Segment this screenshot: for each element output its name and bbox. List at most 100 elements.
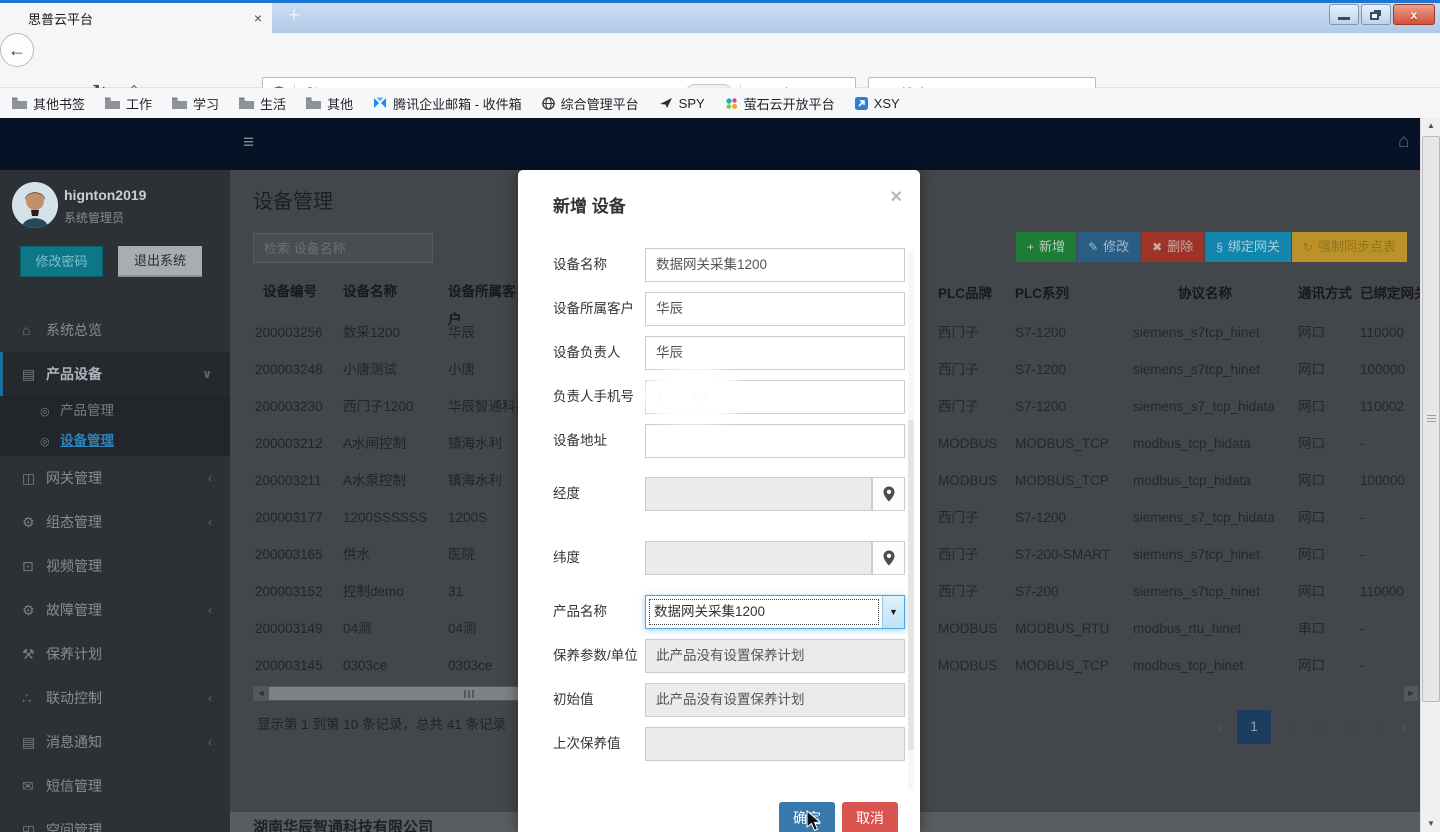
scrollbar-thumb[interactable]	[269, 687, 518, 700]
scroll-left-icon[interactable]: ◄	[255, 686, 267, 701]
table-row[interactable]: MODBUSMODBUS_TCPmodbus_tcp_hidata网口10000…	[920, 462, 1420, 499]
browser-tab[interactable]: 思普云平台 ×	[0, 3, 272, 33]
table-row[interactable]: 200003248小唐测试小唐	[230, 351, 518, 388]
folder-icon	[12, 97, 27, 109]
bookmark-item[interactable]: 其他	[306, 94, 353, 113]
sync-action-button[interactable]: ↻ 强制同步点表	[1292, 232, 1407, 262]
new-tab-button[interactable]: +	[288, 4, 300, 28]
map-pin-button[interactable]	[872, 477, 905, 511]
sidebar-item-网关管理[interactable]: ◫网关管理‹	[0, 456, 230, 500]
sidebar-item-设备管理[interactable]: ◎设备管理	[0, 426, 230, 456]
back-button[interactable]: ←	[0, 33, 34, 67]
bookmark-item[interactable]: 腾讯企业邮箱 - 收件箱	[373, 94, 522, 113]
sidebar-collapse-icon[interactable]: ≡	[243, 132, 254, 154]
field-input[interactable]: 华辰	[645, 292, 905, 326]
table-row[interactable]: 200003230西门子1200华辰智通科技	[230, 388, 518, 425]
sidebar-item-短信管理[interactable]: ✉短信管理	[0, 764, 230, 808]
link-action-button[interactable]: §绑定网关	[1205, 232, 1291, 262]
field-input[interactable]: 华辰	[645, 336, 905, 370]
browser-scrollbar[interactable]: ▲ ▼	[1420, 118, 1440, 832]
field-input[interactable]	[645, 727, 905, 761]
field-input[interactable]	[645, 424, 905, 458]
bookmark-item[interactable]: 其他书签	[12, 94, 85, 113]
minimize-button[interactable]	[1329, 4, 1359, 25]
field-input[interactable]: 此产品没有设置保养计划	[645, 639, 905, 673]
table-row[interactable]: 20000314904测04测	[230, 610, 518, 647]
sidebar-item-产品管理[interactable]: ◎产品管理	[0, 396, 230, 426]
sidebar-item-label: 组态管理	[46, 514, 102, 530]
page-prev-icon[interactable]: ‹	[1217, 719, 1222, 736]
table-row[interactable]: 西门子S7-200siemens_s7tcp_hinet网口110000	[920, 573, 1420, 610]
scroll-right-icon[interactable]: ►	[1404, 686, 1418, 701]
logout-button[interactable]: 退出系统	[118, 246, 202, 277]
topbar-home-icon[interactable]: ⌂	[1398, 131, 1409, 153]
restore-button[interactable]	[1361, 4, 1391, 25]
page-number[interactable]: 3	[1315, 720, 1329, 735]
sidebar-item-产品设备[interactable]: ▤产品设备∨	[0, 352, 230, 396]
cell: 西门子	[938, 536, 979, 573]
table-row[interactable]: MODBUSMODBUS_RTUmodbus_rtu_hinet串口-	[920, 610, 1420, 647]
bookmark-item[interactable]: 学习	[172, 94, 219, 113]
bookmark-item[interactable]: 综合管理平台	[542, 94, 639, 113]
bookmark-item[interactable]: 萤石云开放平台	[725, 94, 835, 113]
table-row[interactable]: 2000031771200SSSSSS1200S	[230, 499, 518, 536]
sidebar-item-系统总览[interactable]: ⌂系统总览	[0, 308, 230, 352]
table-row[interactable]: 西门子S7-1200siemens_s7_tcp_hidata网口110002	[920, 388, 1420, 425]
page-number[interactable]: 5	[1373, 720, 1387, 735]
bookmark-item[interactable]: 生活	[239, 94, 286, 113]
device-table-body: 200003256数采1200华辰200003248小唐测试小唐20000323…	[230, 314, 518, 684]
page-number[interactable]: 4	[1344, 720, 1358, 735]
product-select[interactable]: 数据网关采集1200▼	[645, 595, 905, 629]
scroll-down-icon[interactable]: ▼	[1422, 816, 1440, 832]
action-label: 强制同步点表	[1318, 239, 1396, 254]
table-row[interactable]: 2000031450303ce0303ce	[230, 647, 518, 684]
field-input[interactable]	[645, 541, 872, 575]
table-row[interactable]: 200003152控制demo31	[230, 573, 518, 610]
field-input[interactable]	[645, 477, 872, 511]
cross-action-button[interactable]: ✖删除	[1141, 232, 1204, 262]
device-search-input[interactable]	[253, 233, 433, 263]
sidebar-item-联动控制[interactable]: ∴联动控制‹	[0, 676, 230, 720]
bookmark-item[interactable]: 工作	[105, 94, 152, 113]
page-next-icon[interactable]: ›	[1402, 719, 1407, 736]
horizontal-scrollbar[interactable]: ◄	[253, 686, 518, 701]
sidebar-item-视频管理[interactable]: ⊡视频管理	[0, 544, 230, 588]
sidebar-item-组态管理[interactable]: ⚙组态管理‹	[0, 500, 230, 544]
pencil-action-button[interactable]: ✎修改	[1077, 232, 1140, 262]
change-password-button[interactable]: 修改密码	[20, 246, 103, 277]
bookmark-item[interactable]: XSY	[855, 96, 900, 111]
table-row[interactable]: 西门子S7-200-SMARTsiemens_s7tcp_hinet网口-	[920, 536, 1420, 573]
scroll-up-icon[interactable]: ▲	[1422, 118, 1440, 134]
modal-scrollbar[interactable]	[908, 250, 914, 790]
table-row[interactable]: 西门子S7-1200siemens_s7_tcp_hidata网口-	[920, 499, 1420, 536]
table-row[interactable]: 200003211A水泵控制镇海水利	[230, 462, 518, 499]
form-row: 上次保养值	[518, 727, 920, 761]
field-input[interactable]: 数据网关采集1200	[645, 248, 905, 282]
map-pin-button[interactable]	[872, 541, 905, 575]
sidebar-item-保养计划[interactable]: ⚒保养计划	[0, 632, 230, 676]
table-row[interactable]: 200003165供水医院	[230, 536, 518, 573]
page-number[interactable]: 1	[1237, 710, 1271, 744]
field-input[interactable]: 此产品没有设置保养计划	[645, 683, 905, 717]
sidebar-item-故障管理[interactable]: ⚙故障管理‹	[0, 588, 230, 632]
table-row[interactable]: MODBUSMODBUS_TCPmodbus_tcp_hinet网口-	[920, 647, 1420, 684]
cancel-button[interactable]: 取消	[842, 802, 898, 832]
browser-scrollbar-thumb[interactable]	[1422, 136, 1440, 702]
table-row[interactable]: 西门子S7-1200siemens_s7tcp_hinet网口100000	[920, 351, 1420, 388]
cell: 200003211	[255, 462, 322, 499]
close-button[interactable]: x	[1393, 4, 1435, 25]
table-row[interactable]: MODBUSMODBUS_TCPmodbus_tcp_hidata网口-	[920, 425, 1420, 462]
table-row[interactable]: 200003256数采1200华辰	[230, 314, 518, 351]
tab-close-icon[interactable]: ×	[254, 10, 262, 26]
table-row[interactable]: 西门子S7-1200siemens_s7tcp_hinet网口110000	[920, 314, 1420, 351]
sync-icon: ↻	[1303, 240, 1313, 254]
page-number[interactable]: 2	[1286, 720, 1300, 735]
bookmark-item[interactable]: SPY	[659, 96, 705, 111]
modal-close-icon[interactable]: ×	[890, 186, 902, 209]
form-row: 纬度	[518, 541, 920, 575]
sidebar-item-空间管理[interactable]: ◰空间管理	[0, 808, 230, 832]
plus-action-button[interactable]: +新增	[1016, 232, 1076, 262]
chevron-down-icon[interactable]: ▼	[882, 596, 904, 628]
table-row[interactable]: 200003212A水闸控制镇海水利	[230, 425, 518, 462]
sidebar-item-消息通知[interactable]: ▤消息通知‹	[0, 720, 230, 764]
